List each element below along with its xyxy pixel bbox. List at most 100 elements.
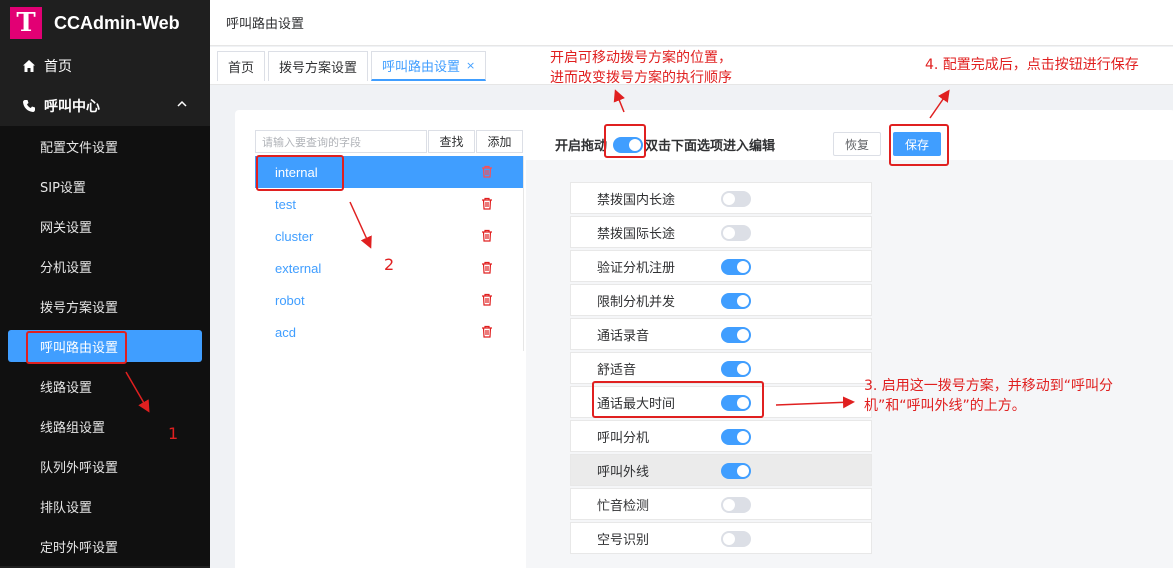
annotation-save-note: 4. 配置完成后，点击按钮进行保存 — [925, 57, 1139, 73]
option-toggle[interactable] — [721, 429, 751, 445]
option-item[interactable]: 验证分机注册 — [570, 250, 872, 282]
option-list: 禁拨国内长途 禁拨国际长途 验证分机注册 限制分机并发 通话录音 舒适音 通话最… — [570, 182, 872, 556]
search-input[interactable]: 请输入要查询的字段 — [255, 130, 427, 153]
route-name: robot — [275, 292, 305, 308]
content-card: 请输入要查询的字段 查找 添加 internal test cluster ex… — [235, 110, 1173, 568]
highlight-drag-toggle — [604, 124, 646, 158]
trash-icon[interactable] — [481, 293, 493, 309]
app-title: CCAdmin-Web — [54, 12, 180, 33]
sidebar-item-queue[interactable]: 排队设置 — [0, 486, 210, 526]
restore-button[interactable]: 恢复 — [833, 132, 881, 156]
option-label: 忙音检测 — [597, 498, 650, 514]
list-item-test[interactable]: test — [255, 188, 523, 220]
sidebar-item-queue-outbound[interactable]: 队列外呼设置 — [0, 446, 210, 486]
arrow-drag — [613, 89, 625, 113]
sidebar-item-line-group[interactable]: 线路组设置 — [0, 406, 210, 446]
sidebar-item-dialplan[interactable]: 拨号方案设置 — [0, 286, 210, 326]
option-label: 禁拨国际长途 — [597, 226, 676, 242]
option-toggle[interactable] — [721, 361, 751, 377]
header: 呼叫路由设置 — [210, 0, 1173, 46]
route-name: external — [275, 260, 322, 276]
logo: T — [10, 7, 42, 39]
tab-label: 拨号方案设置 — [279, 60, 358, 76]
tab-call-route[interactable]: 呼叫路由设置 × — [371, 50, 487, 81]
option-label: 呼叫外线 — [597, 464, 650, 480]
option-label: 舒适音 — [597, 362, 637, 378]
highlight-save-button — [889, 124, 949, 166]
highlight-sidebar-call-route — [26, 331, 127, 364]
option-item[interactable]: 通话录音 — [570, 318, 872, 350]
breadcrumb: 呼叫路由设置 — [226, 17, 305, 32]
trash-icon[interactable] — [481, 325, 493, 341]
route-name: cluster — [275, 228, 314, 244]
annotation-line: 机”和“呼叫外线”的上方。 — [864, 398, 1026, 414]
highlight-internal — [256, 155, 344, 191]
drag-toolbar: 开启拖动 双击下面选项进入编辑 — [555, 135, 775, 154]
sidebar-item-profile[interactable]: 配置文件设置 — [0, 126, 210, 166]
trash-icon[interactable] — [481, 261, 493, 277]
sidebar-item-sip[interactable]: SIP设置 — [0, 166, 210, 206]
option-item[interactable]: 呼叫外线 — [570, 454, 872, 486]
tab-label: 呼叫路由设置 — [382, 59, 461, 75]
option-item[interactable]: 忙音检测 — [570, 488, 872, 520]
logo-bar: T CCAdmin-Web — [0, 0, 210, 46]
find-button[interactable]: 查找 — [428, 130, 475, 153]
option-item[interactable]: 禁拨国际长途 — [570, 216, 872, 248]
sidebar-item-gateway[interactable]: 网关设置 — [0, 206, 210, 246]
nav-group-call-center[interactable]: 呼叫中心 — [0, 86, 210, 126]
tab-dialplan[interactable]: 拨号方案设置 — [268, 50, 369, 81]
annotation-line: 开启可移动拨号方案的位置， — [550, 50, 732, 66]
trash-icon[interactable] — [481, 165, 493, 181]
list-item-cluster[interactable]: cluster — [255, 220, 523, 252]
list-item-robot[interactable]: robot — [255, 284, 523, 316]
option-toggle[interactable] — [721, 463, 751, 479]
sidebar-item-line[interactable]: 线路设置 — [0, 366, 210, 406]
option-toggle[interactable] — [721, 497, 751, 513]
option-label: 通话录音 — [597, 328, 650, 344]
annotation-number-1: 1 — [168, 424, 179, 443]
add-button[interactable]: 添加 — [476, 130, 523, 153]
tab-home[interactable]: 首页 — [217, 50, 266, 81]
option-label: 呼叫分机 — [597, 430, 650, 446]
option-item[interactable]: 舒适音 — [570, 352, 872, 384]
chevron-up-icon — [176, 98, 188, 114]
option-item[interactable]: 空号识别 — [570, 522, 872, 554]
phone-icon — [22, 99, 36, 113]
trash-icon[interactable] — [481, 229, 493, 245]
annotation-drag-note: 开启可移动拨号方案的位置， 进而改变拨号方案的执行顺序 — [550, 48, 732, 88]
annotation-number-2: 2 — [384, 255, 395, 274]
route-name: test — [275, 196, 296, 212]
annotation-line: 3. 启用这一拨号方案，并移动到“呼叫分 — [864, 378, 1114, 394]
sidebar-item-scheduled-outbound[interactable]: 定时外呼设置 — [0, 526, 210, 566]
option-label: 验证分机注册 — [597, 260, 676, 276]
option-label: 限制分机并发 — [597, 294, 676, 310]
list-item-acd[interactable]: acd — [255, 316, 523, 348]
sidebar: T CCAdmin-Web 首页 呼叫中心 配置文件设置 SIP设置 网关设置 … — [0, 0, 210, 568]
highlight-max-call-time — [592, 381, 764, 418]
route-name: acd — [275, 324, 296, 340]
option-label: 空号识别 — [597, 532, 650, 548]
option-label: 禁拨国内长途 — [597, 192, 676, 208]
option-toggle[interactable] — [721, 327, 751, 343]
nav-home[interactable]: 首页 — [0, 46, 210, 86]
annotation-line: 进而改变拨号方案的执行顺序 — [550, 70, 732, 86]
sidebar-item-extension[interactable]: 分机设置 — [0, 246, 210, 286]
option-item[interactable]: 呼叫分机 — [570, 420, 872, 452]
trash-icon[interactable] — [481, 197, 493, 213]
option-toggle[interactable] — [721, 259, 751, 275]
option-toggle[interactable] — [721, 293, 751, 309]
option-toggle[interactable] — [721, 191, 751, 207]
tab-label: 首页 — [228, 60, 255, 76]
drag-label: 开启拖动 — [555, 139, 608, 154]
option-toggle[interactable] — [721, 225, 751, 241]
home-icon — [22, 59, 36, 73]
close-icon[interactable]: × — [466, 59, 475, 72]
option-item[interactable]: 限制分机并发 — [570, 284, 872, 316]
nav-home-label: 首页 — [44, 59, 72, 75]
nav-group-label: 呼叫中心 — [44, 99, 100, 115]
option-toggle[interactable] — [721, 531, 751, 547]
annotation-step3: 3. 启用这一拨号方案，并移动到“呼叫分 机”和“呼叫外线”的上方。 — [864, 376, 1113, 416]
edit-hint: 双击下面选项进入编辑 — [645, 139, 776, 154]
search-row: 请输入要查询的字段 查找 添加 — [255, 130, 523, 153]
option-item[interactable]: 禁拨国内长途 — [570, 182, 872, 214]
